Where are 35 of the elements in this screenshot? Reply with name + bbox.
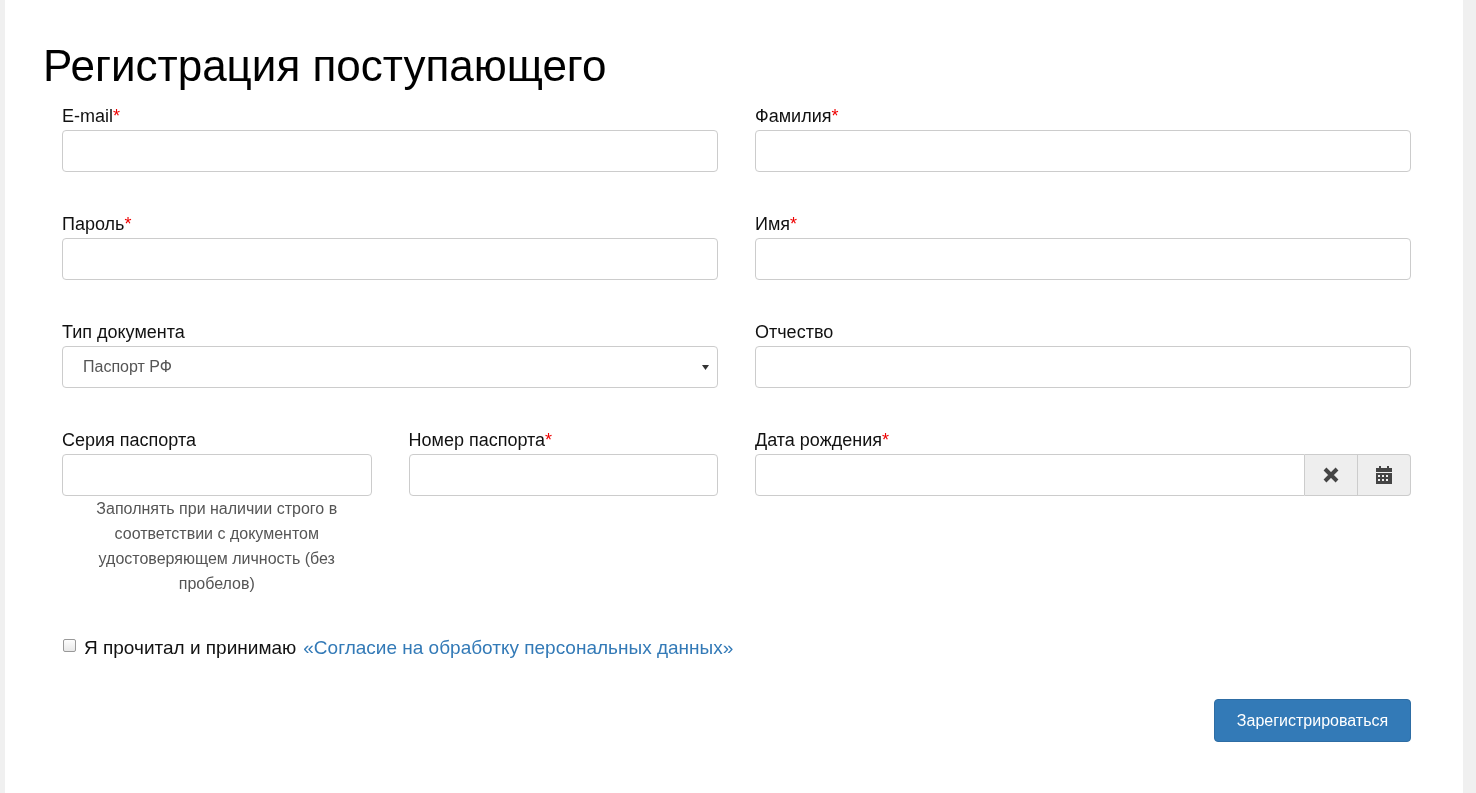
field-hint: Заполнять при наличии строго в соответствии с документом удостоверяющем личность (без пробелов) [95,499,339,594]
field-label: Отчество [755,322,834,342]
required-mark: * [113,106,121,126]
close-icon [1323,467,1339,483]
text-field[interactable] [755,238,1411,280]
field-label: Имя [755,214,791,234]
clear-button[interactable] [1305,454,1358,496]
required-mark: * [882,430,889,450]
required-mark: * [831,106,839,126]
register-button[interactable]: Зарегистрироваться [1214,699,1411,742]
consent-text: Я прочитал и принимаю [84,636,297,660]
text-field[interactable] [755,130,1411,172]
field-label: Номер паспорта [408,430,546,450]
field-label: Тип документа [62,322,185,342]
calendar-icon [1375,466,1393,484]
consent-checkbox[interactable] [63,638,76,652]
text-field[interactable] [62,130,718,172]
page-title: Регистрация поступающего [43,42,608,90]
text-field[interactable] [755,346,1411,388]
consent-link[interactable]: «Согласие на обработку персональных данных» [303,636,734,660]
calendar-button[interactable] [1358,454,1411,496]
required-mark: * [790,214,798,234]
document-type-select[interactable]: Паспорт РФ [62,346,718,388]
caret-icon [702,364,709,370]
field-label: Фамилия [755,106,832,126]
field-label: E-mail [62,106,113,126]
required-mark: * [545,430,553,450]
date-field[interactable] [755,454,1305,496]
text-field[interactable] [408,454,718,496]
field-label: Серия паспорта [62,430,196,450]
required-mark: * [124,214,132,234]
field-label: Пароль [62,214,125,234]
field-label: Дата рождения [755,430,882,450]
text-field[interactable] [62,238,718,280]
text-field[interactable] [62,454,372,496]
